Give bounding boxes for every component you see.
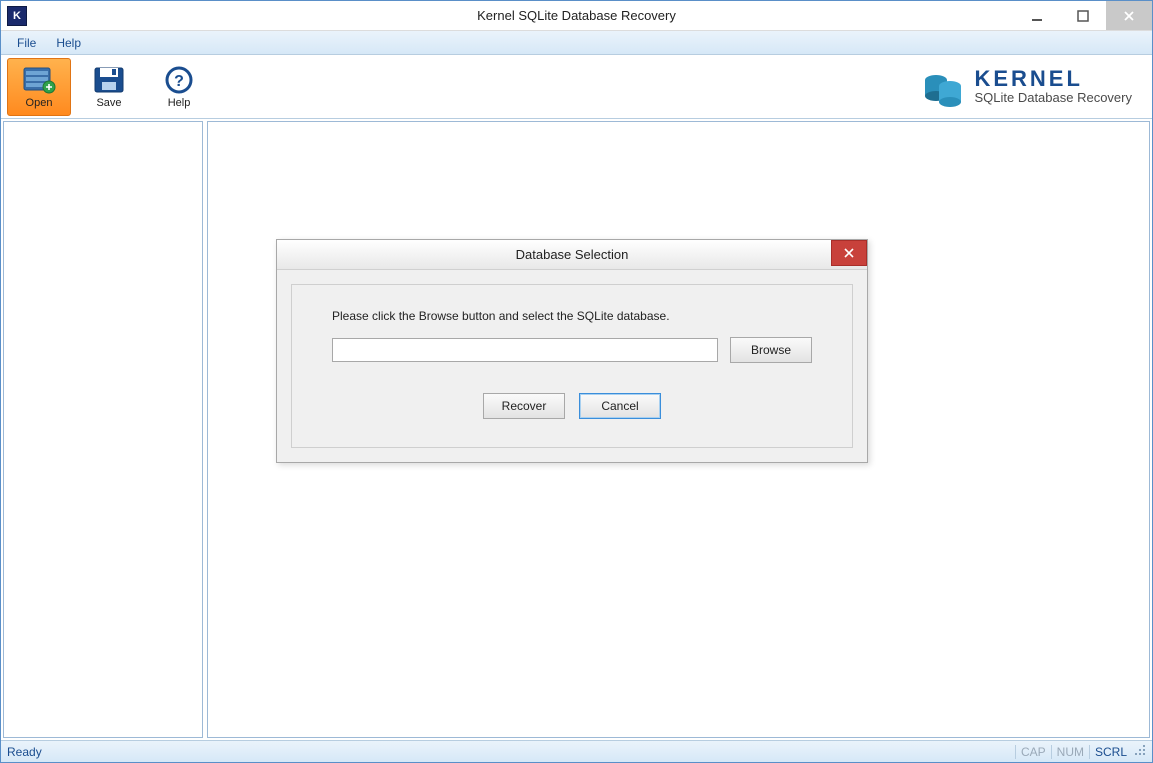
database-open-icon <box>21 64 57 96</box>
path-row: Browse <box>332 337 812 363</box>
close-icon <box>1123 10 1135 22</box>
dialog-titlebar: Database Selection <box>277 240 867 270</box>
caps-indicator: CAP <box>1015 745 1051 759</box>
browse-button[interactable]: Browse <box>730 337 812 363</box>
toolbar: Open Save ? Help <box>1 55 1152 119</box>
close-icon <box>844 248 854 258</box>
database-selection-dialog: Database Selection Please click the Brow… <box>276 239 868 463</box>
maximize-icon <box>1077 10 1089 22</box>
open-label: Open <box>26 97 53 109</box>
window-title: Kernel SQLite Database Recovery <box>1 8 1152 23</box>
menubar: File Help <box>1 31 1152 55</box>
maximize-button[interactable] <box>1060 1 1106 30</box>
dialog-instruction: Please click the Browse button and selec… <box>332 309 812 323</box>
brand-sub: SQLite Database Recovery <box>974 90 1132 105</box>
minimize-icon <box>1031 10 1043 22</box>
brand-text: KERNEL SQLite Database Recovery <box>974 68 1132 105</box>
dialog-buttons: Recover Cancel <box>332 393 812 419</box>
window-controls <box>1014 1 1152 30</box>
titlebar: K Kernel SQLite Database Recovery <box>1 1 1152 31</box>
close-button[interactable] <box>1106 1 1152 30</box>
grip-icon <box>1134 744 1146 756</box>
cancel-button[interactable]: Cancel <box>579 393 661 419</box>
num-indicator: NUM <box>1051 745 1089 759</box>
brand-area: KERNEL SQLite Database Recovery <box>920 66 1146 108</box>
dialog-body: Please click the Browse button and selec… <box>291 284 853 448</box>
scroll-indicator: SCRL <box>1089 745 1132 759</box>
status-text: Ready <box>7 745 42 759</box>
dialog-title: Database Selection <box>277 247 867 262</box>
save-icon <box>91 64 127 96</box>
menu-help[interactable]: Help <box>46 34 91 52</box>
statusbar: Ready CAP NUM SCRL <box>1 740 1152 762</box>
save-label: Save <box>96 97 121 109</box>
brand-name: KERNEL <box>974 68 1132 90</box>
app-icon: K <box>7 6 27 26</box>
dialog-close-button[interactable] <box>831 240 867 266</box>
minimize-button[interactable] <box>1014 1 1060 30</box>
menu-file[interactable]: File <box>7 34 46 52</box>
help-label: Help <box>168 97 191 109</box>
help-icon: ? <box>161 64 197 96</box>
tree-panel <box>3 121 203 738</box>
help-button[interactable]: ? Help <box>147 58 211 116</box>
brand-logo-icon <box>920 66 966 108</box>
resize-grip[interactable] <box>1132 744 1146 759</box>
save-button[interactable]: Save <box>77 58 141 116</box>
open-button[interactable]: Open <box>7 58 71 116</box>
content-panel: Database Selection Please click the Brow… <box>207 121 1150 738</box>
main-area: Database Selection Please click the Brow… <box>1 119 1152 740</box>
svg-text:?: ? <box>174 73 184 90</box>
database-path-input[interactable] <box>332 338 718 362</box>
recover-button[interactable]: Recover <box>483 393 565 419</box>
